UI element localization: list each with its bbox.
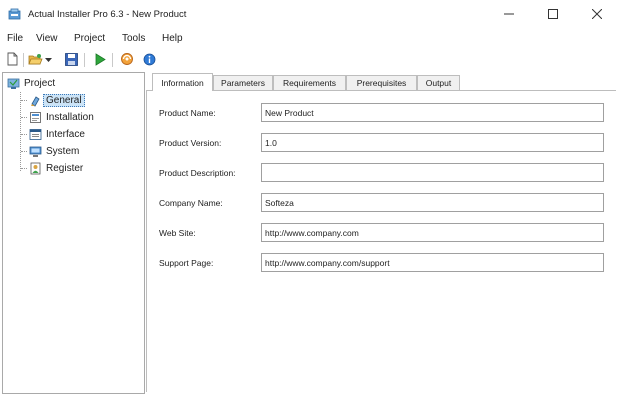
- tree-item-label: Register: [46, 163, 84, 174]
- toolbar: [0, 49, 618, 70]
- tab-prerequisites[interactable]: Prerequisites: [346, 75, 417, 90]
- system-icon: [29, 145, 42, 158]
- tab-information[interactable]: Information: [152, 73, 213, 91]
- menu-bar: File View Project Tools Help: [0, 30, 618, 48]
- close-button[interactable]: [574, 0, 618, 30]
- minimize-button[interactable]: [486, 0, 532, 30]
- tree-item-project[interactable]: Project: [7, 76, 55, 91]
- build-button[interactable]: [92, 52, 108, 68]
- maximize-button[interactable]: [530, 0, 576, 30]
- project-icon: [7, 77, 20, 90]
- general-icon: [29, 94, 42, 107]
- new-project-button[interactable]: [4, 52, 20, 68]
- company-name-input[interactable]: [261, 193, 604, 212]
- maximize-icon: [548, 9, 558, 21]
- open-recent-dropdown[interactable]: [44, 52, 53, 68]
- company-name-label: Company Name:: [159, 198, 223, 208]
- toolbar-separator: [112, 53, 113, 67]
- tree-item-installation[interactable]: Installation: [29, 110, 94, 125]
- tree-branch-line: [21, 100, 27, 101]
- tab-requirements[interactable]: Requirements: [273, 75, 346, 90]
- web-site-input[interactable]: [261, 223, 604, 242]
- app-window: Actual Installer Pro 6.3 - New Product F…: [0, 0, 618, 394]
- save-project-button[interactable]: [63, 52, 79, 68]
- interface-icon: [29, 128, 42, 141]
- menu-project[interactable]: Project: [74, 33, 105, 44]
- web-site-label: Web Site:: [159, 228, 196, 238]
- tree-item-label: General: [43, 94, 85, 107]
- product-version-label: Product Version:: [159, 138, 222, 148]
- product-name-input[interactable]: [261, 103, 604, 122]
- build-run-icon: [94, 52, 106, 68]
- tree-item-label: Project: [24, 78, 56, 89]
- support-page-input[interactable]: [261, 253, 604, 272]
- save-icon: [64, 52, 78, 68]
- open-folder-icon: [27, 53, 43, 68]
- tree-item-general[interactable]: General: [29, 93, 85, 108]
- tree-branch-line: [21, 117, 27, 118]
- product-name-label: Product Name:: [159, 108, 216, 118]
- toolbar-separator: [84, 53, 85, 67]
- tab-output[interactable]: Output: [417, 75, 460, 90]
- toolbar-separator: [23, 53, 24, 67]
- menu-file[interactable]: File: [7, 33, 23, 44]
- product-description-input[interactable]: [261, 163, 604, 182]
- register-icon: [29, 162, 42, 175]
- minimize-icon: [504, 9, 514, 21]
- installation-icon: [29, 111, 42, 124]
- about-info-icon: [143, 53, 156, 68]
- new-file-icon: [6, 52, 19, 68]
- tree-item-label: System: [46, 146, 80, 157]
- app-installer-icon: [8, 8, 21, 21]
- dropdown-arrow-icon: [45, 55, 52, 65]
- tree-item-register[interactable]: Register: [29, 161, 83, 176]
- tree-item-label: Installation: [46, 112, 94, 123]
- product-version-input[interactable]: [261, 133, 604, 152]
- close-icon: [591, 8, 603, 21]
- menu-view[interactable]: View: [36, 33, 58, 44]
- tree-branch-line: [21, 134, 27, 135]
- tree-item-label: Interface: [46, 129, 85, 140]
- title-bar[interactable]: Actual Installer Pro 6.3 - New Product: [0, 0, 618, 30]
- web-update-button[interactable]: [119, 52, 135, 68]
- tab-parameters[interactable]: Parameters: [213, 75, 273, 90]
- about-button[interactable]: [141, 52, 157, 68]
- window-title: Actual Installer Pro 6.3 - New Product: [28, 9, 187, 20]
- tree-guide-line: [20, 92, 21, 171]
- support-page-label: Support Page:: [159, 258, 214, 268]
- product-description-label: Product Description:: [159, 168, 236, 178]
- tree-branch-line: [21, 151, 27, 152]
- menu-help[interactable]: Help: [162, 33, 183, 44]
- tab-strip: Information Parameters Requirements Prer…: [146, 73, 616, 91]
- tree-item-interface[interactable]: Interface: [29, 127, 85, 142]
- tree-item-system[interactable]: System: [29, 144, 79, 159]
- web-update-icon: [120, 52, 134, 68]
- open-project-button[interactable]: [27, 52, 43, 68]
- project-tree[interactable]: Project General Installation Interface S…: [2, 72, 145, 394]
- menu-tools[interactable]: Tools: [122, 33, 145, 44]
- tree-branch-line: [21, 168, 27, 169]
